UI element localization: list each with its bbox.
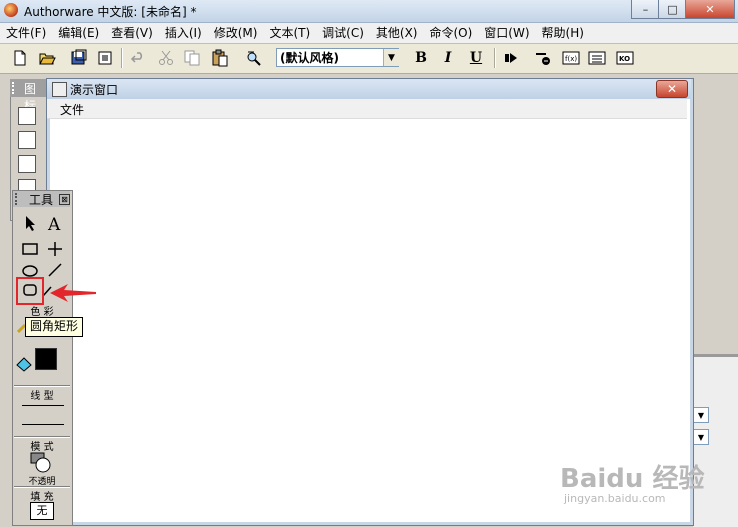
run-icon[interactable] (501, 48, 521, 68)
watermark-url: jingyan.baidu.com (564, 492, 666, 505)
menu-view[interactable]: 查看(V) (105, 23, 159, 43)
display-icon[interactable] (18, 107, 36, 125)
paste-icon[interactable] (210, 48, 230, 68)
opaque-mode-icon[interactable] (30, 452, 52, 474)
presentation-window-title: 演示窗口 (70, 83, 119, 97)
color-section-label: 色 彩 (30, 307, 54, 318)
find-icon[interactable] (244, 48, 264, 68)
watermark: Baidu 经验 jingyan.baidu.com (560, 458, 720, 518)
presentation-window-titlebar (47, 79, 691, 99)
knowledge-objects-icon[interactable]: KO (615, 48, 635, 68)
toolbar-divider (494, 48, 496, 68)
text-style-select[interactable]: (默认风格) (276, 48, 399, 67)
presentation-window-icon[interactable] (52, 82, 67, 97)
italic-label: I (444, 50, 452, 66)
control-panel-icon[interactable] (533, 48, 553, 68)
menu-text[interactable]: 文本(T) (263, 23, 316, 43)
close-button[interactable]: ✕ (685, 0, 735, 19)
fill-bucket-icon[interactable] (15, 356, 33, 372)
new-file-icon[interactable] (10, 48, 30, 68)
menu-other[interactable]: 其他(X) (370, 23, 424, 43)
functions-icon[interactable]: f(x) (561, 48, 581, 68)
line-style-thin[interactable] (22, 405, 64, 406)
animation-icon[interactable] (18, 131, 36, 149)
grip-icon[interactable] (15, 193, 21, 205)
italic-button[interactable]: I (438, 48, 458, 68)
text-tool-icon[interactable]: A (44, 212, 66, 234)
bold-button[interactable]: B (411, 48, 431, 68)
maximize-button[interactable]: □ (658, 0, 687, 19)
svg-text:KO: KO (619, 55, 630, 63)
diagonal-line-tool-icon[interactable] (44, 259, 66, 281)
underline-button[interactable]: U (466, 48, 486, 68)
underline-label: U (469, 50, 483, 66)
undo-icon[interactable] (129, 48, 149, 68)
svg-text:A: A (47, 215, 61, 232)
pointer-tool-icon[interactable] (19, 212, 41, 234)
menu-command[interactable]: 命令(O) (423, 23, 478, 43)
menu-help[interactable]: 帮助(H) (536, 23, 590, 43)
line-section-label: 线 型 (30, 391, 54, 402)
menu-modify[interactable]: 修改(M) (208, 23, 264, 43)
crosshair-line-tool-icon[interactable] (44, 238, 66, 260)
import-icon[interactable] (95, 48, 115, 68)
line-style-arrow[interactable] (22, 424, 64, 425)
svg-text:f(x): f(x) (565, 55, 577, 63)
foreground-color-swatch[interactable] (35, 348, 57, 370)
erase-icon[interactable] (18, 155, 36, 173)
open-folder-icon[interactable] (37, 48, 57, 68)
menu-window[interactable]: 窗口(W) (478, 23, 535, 43)
presentation-menu-file[interactable]: 文件 (60, 101, 84, 118)
authorware-app-icon[interactable] (4, 3, 18, 17)
chevron-down-icon[interactable]: ▼ (383, 49, 399, 66)
presentation-menubar (47, 99, 687, 119)
menu-file[interactable]: 文件(F) (0, 23, 52, 43)
chevron-down-icon[interactable]: ▼ (693, 429, 709, 445)
chevron-down-icon[interactable]: ▼ (693, 407, 709, 423)
save-all-icon[interactable] (69, 48, 89, 68)
menu-debug[interactable]: 调试(C) (316, 23, 370, 43)
rectangle-tool-icon[interactable] (19, 238, 41, 260)
variables-icon[interactable] (587, 48, 607, 68)
toolbar-divider (121, 48, 123, 68)
fill-value[interactable]: 无 (30, 502, 54, 520)
menu-edit[interactable]: 编辑(E) (52, 23, 105, 43)
icon-palette-titlebar: 图标 (10, 79, 46, 113)
watermark-brand: Baidu 经验 (560, 464, 705, 494)
tooltip: 圆角矩形 (25, 317, 84, 337)
minimize-button[interactable]: – (631, 0, 660, 19)
tools-close-icon[interactable]: ⊠ (59, 194, 70, 205)
fill-section-label: 填 充 (30, 492, 54, 503)
presentation-close-button[interactable]: ✕ (656, 80, 688, 98)
grip-icon[interactable] (12, 82, 17, 94)
bold-label: B (415, 50, 427, 66)
cut-icon[interactable] (156, 48, 176, 68)
menubar: 文件(F) 编辑(E) 查看(V) 插入(I) 修改(M) 文本(T) 调试(C… (0, 23, 738, 44)
tools-title: 工具 (29, 193, 54, 207)
pointer-arrow-icon (50, 284, 96, 302)
menu-insert[interactable]: 插入(I) (159, 23, 208, 43)
mode-section-label: 模 式 (30, 442, 54, 453)
app-title: Authorware 中文版: [未命名] * (24, 5, 197, 19)
copy-icon[interactable] (182, 48, 202, 68)
highlight-box (16, 277, 44, 305)
